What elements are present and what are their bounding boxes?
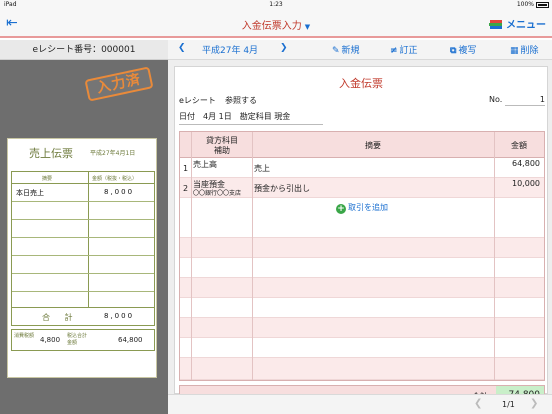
status-bar: iPad 1:23 100% xyxy=(0,0,552,10)
slip-row: 本日売上 8,000 xyxy=(12,184,154,202)
battery-percent: 100% xyxy=(516,1,534,8)
table-row xyxy=(180,278,544,298)
slip-tax-label: 消費税額 xyxy=(14,333,35,339)
row-number: 2 xyxy=(183,184,189,193)
screen-title[interactable]: 入金伝票入力 ▼ xyxy=(0,17,552,32)
slip-row xyxy=(12,220,154,238)
toolbar: ❮ 平成27年 4月 ❯ ✎ 新規 ≠ 訂正 ⧉ 複写 ▦ 削除 xyxy=(168,40,552,60)
voucher-no-field[interactable]: 1 xyxy=(505,95,545,106)
table-row xyxy=(180,218,544,238)
navigation-bar: ⇤ 入金伝票入力 ▼ メニュー xyxy=(0,10,552,38)
receipt-number: eレシート番号：000001 xyxy=(0,40,168,60)
slip-row-text: 本日売上 xyxy=(16,189,44,197)
prev-month-icon[interactable]: ❮ xyxy=(178,43,186,53)
slip-row xyxy=(12,238,154,256)
new-button[interactable]: ✎ 新規 xyxy=(332,43,360,56)
slip-table: 摘要 金額（税抜・税込） 本日売上 8,000 xyxy=(11,171,155,308)
table-row xyxy=(180,318,544,338)
slip-row xyxy=(12,274,154,292)
slip-total: 合 計 8,000 xyxy=(11,308,155,326)
delete-icon: ▦ xyxy=(510,46,519,56)
row-account: 売上高 xyxy=(193,160,217,169)
next-page-icon[interactable]: ❯ xyxy=(530,398,538,409)
slip-total-amount: 8,000 xyxy=(104,312,135,320)
plus-icon: + xyxy=(336,204,346,214)
voucher-no-label: No. xyxy=(489,95,503,104)
row-number: 1 xyxy=(183,164,189,173)
row-sub-account: 〇〇銀行〇〇支店 xyxy=(193,190,242,197)
table-row xyxy=(180,358,544,380)
prev-page-icon[interactable]: ❮ xyxy=(474,398,482,409)
slip-row xyxy=(12,256,154,274)
page-indicator: 1/1 xyxy=(502,400,515,409)
column-divider xyxy=(494,132,495,380)
period-label[interactable]: 平成27年 4月 xyxy=(202,43,258,56)
correct-button[interactable]: ≠ 訂正 xyxy=(390,43,418,56)
receipt-image[interactable]: 売上伝票 平成27年4月1日 摘要 金額（税抜・税込） 本日売上 8,000 合… xyxy=(7,138,157,378)
books-icon xyxy=(489,20,502,29)
slip-row xyxy=(12,202,154,220)
add-transaction-button[interactable]: + 取引を追加 xyxy=(180,198,544,218)
slip-date: 平成27年4月1日 xyxy=(90,150,136,157)
slip-col-summary: 摘要 xyxy=(42,176,53,182)
table-row xyxy=(180,338,544,358)
slip-grand-value: 64,800 xyxy=(118,336,143,344)
receipt-panel: eレシート番号：000001 入力済 売上伝票 平成27年4月1日 摘要 金額（… xyxy=(0,40,168,414)
delete-button[interactable]: ▦ 削除 xyxy=(510,43,539,56)
slip-row-amount: 8,000 xyxy=(104,188,135,196)
copy-icon: ⧉ xyxy=(450,46,457,56)
voucher-panel: ❮ 平成27年 4月 ❯ ✎ 新規 ≠ 訂正 ⧉ 複写 ▦ 削除 入金伝票 eレシート … xyxy=(168,40,552,414)
caret-down-icon: ▼ xyxy=(304,23,311,31)
column-divider xyxy=(252,132,253,380)
next-month-icon[interactable]: ❯ xyxy=(280,43,288,53)
slip-col-amount: 金額（税抜・税込） xyxy=(92,176,138,182)
row-amount: 64,800 xyxy=(512,159,540,168)
screen-title-label: 入金伝票入力 xyxy=(241,21,302,32)
ereceipt-link[interactable]: 参照する xyxy=(225,95,257,106)
voucher-card: 入金伝票 eレシート 参照する No. 1 日付 4月 1日 勘定科目 現金 貸… xyxy=(174,66,548,405)
table-row[interactable]: 1 売上高 売上 64,800 xyxy=(180,158,544,178)
slip-tax-value: 4,800 xyxy=(40,336,61,344)
new-icon: ✎ xyxy=(332,46,340,56)
slip-footer: 消費税額 4,800 税込合計金額 64,800 xyxy=(11,329,155,351)
copy-button[interactable]: ⧉ 複写 xyxy=(450,43,476,56)
entry-table-header: 貸方科目 補助 摘要 金額 xyxy=(180,132,544,158)
pager: ❮ 1/1 ❯ xyxy=(168,394,552,414)
add-transaction-label: 取引を追加 xyxy=(348,203,388,212)
slip-title: 売上伝票 xyxy=(29,147,73,160)
row-amount: 10,000 xyxy=(512,179,540,188)
column-divider xyxy=(191,132,192,380)
voucher-title: 入金伝票 xyxy=(339,77,383,90)
correct-label: 訂正 xyxy=(399,46,418,56)
date-account-field[interactable]: 日付 4月 1日 勘定科目 現金 xyxy=(179,111,323,125)
copy-label: 複写 xyxy=(458,46,477,56)
slip-table-header: 摘要 金額（税抜・税込） xyxy=(12,172,154,184)
col-amount: 金額 xyxy=(511,141,527,150)
table-row[interactable]: 2 当座預金 〇〇銀行〇〇支店 預金から引出し 10,000 xyxy=(180,178,544,198)
menu-label: メニュー xyxy=(506,20,546,31)
table-row xyxy=(180,258,544,278)
table-row xyxy=(180,298,544,318)
new-label: 新規 xyxy=(341,46,360,56)
ereceipt-label: eレシート xyxy=(179,96,216,105)
row-summary: 預金から引出し xyxy=(254,184,310,193)
col-sub-account: 補助 xyxy=(214,146,230,155)
slip-grand-label: 税込合計金額 xyxy=(67,333,88,346)
entry-table: 貸方科目 補助 摘要 金額 1 売上高 売上 64,800 2 当座預金 〇〇銀… xyxy=(179,131,545,381)
delete-label: 削除 xyxy=(520,46,539,56)
menu-button[interactable]: メニュー xyxy=(489,16,546,31)
battery-icon xyxy=(536,2,549,8)
entered-stamp: 入力済 xyxy=(84,66,154,102)
correct-icon: ≠ xyxy=(390,46,398,56)
col-summary: 摘要 xyxy=(365,141,381,150)
slip-total-label: 合 計 xyxy=(42,313,79,322)
table-row xyxy=(180,238,544,258)
clock: 1:23 xyxy=(269,1,283,8)
row-summary: 売上 xyxy=(254,164,270,173)
